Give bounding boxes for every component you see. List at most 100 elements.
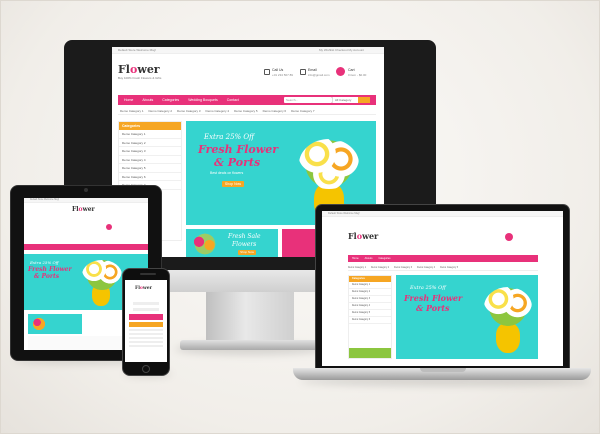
laptop-subnav-item[interactable]: Demo Category 4 bbox=[417, 265, 435, 270]
laptop-yellow-pot bbox=[496, 323, 520, 353]
shop-now-button[interactable]: Shop Now bbox=[222, 181, 244, 187]
sidebar-item[interactable]: Demo Category 1 bbox=[119, 130, 181, 139]
laptop-welcome: Default Store Welcome Msg! bbox=[328, 212, 360, 215]
nav-abouts[interactable]: Abouts bbox=[142, 98, 153, 102]
tablet-promo-card[interactable] bbox=[28, 314, 82, 334]
tablet-nav bbox=[24, 244, 148, 250]
phone-sidebar-title[interactable] bbox=[129, 322, 163, 327]
phone-logo-b: wer bbox=[142, 286, 153, 291]
logo-text-a: Fl bbox=[118, 63, 130, 76]
banner-discount: Extra 25% Off bbox=[204, 133, 255, 141]
laptop-cart-icon[interactable] bbox=[505, 233, 513, 241]
laptop-nav-abouts[interactable]: Abouts bbox=[365, 257, 373, 260]
subnav-item[interactable]: Demo Category 2 bbox=[149, 107, 173, 114]
subnav-item[interactable]: Demo Category 6 bbox=[263, 107, 287, 114]
search-button[interactable] bbox=[358, 97, 370, 103]
tablet-camera bbox=[84, 188, 88, 192]
phone-speaker bbox=[140, 273, 156, 275]
nav-home[interactable]: Home bbox=[124, 98, 133, 102]
category-bar: Demo Category 1 Demo Category 2 Demo Cat… bbox=[118, 107, 376, 115]
cart-value[interactable]: 0 item - $0.00 bbox=[348, 73, 366, 77]
subnav-item[interactable]: Demo Category 5 bbox=[234, 107, 258, 114]
search-input[interactable]: Search... bbox=[284, 97, 332, 103]
logo-tagline: Buy 100% Fresh Flowers & Gifts bbox=[118, 76, 162, 80]
mail-label: Email bbox=[308, 68, 317, 72]
laptop-screen: Default Store Welcome Msg! Flower Home A… bbox=[322, 211, 563, 366]
laptop-sidebar-item[interactable]: Demo Category 3 bbox=[349, 296, 391, 303]
laptop-sidebar-item[interactable]: Demo Category 2 bbox=[349, 289, 391, 296]
subnav-item[interactable]: Demo Category 7 bbox=[291, 107, 315, 114]
laptop-logo[interactable]: Flower bbox=[348, 231, 378, 241]
laptop-subnav-item[interactable]: Demo Category 5 bbox=[440, 265, 458, 270]
subnav-item[interactable]: Demo Category 3 bbox=[177, 107, 201, 114]
cart-icon[interactable] bbox=[336, 67, 345, 76]
laptop-sidebar-item[interactable]: Demo Category 1 bbox=[349, 282, 391, 289]
top-bar: Default Store Welcome Msg! My Wishlist C… bbox=[112, 47, 384, 54]
banner-title-2: & Ports bbox=[214, 156, 261, 169]
mail-value: info@gmail.com bbox=[308, 73, 330, 77]
sidebar-item[interactable]: Demo Category 3 bbox=[119, 147, 181, 156]
top-links[interactable]: My Wishlist Checkout My Account bbox=[319, 47, 364, 54]
laptop-category-bar: Demo Category 1 Demo Category 2 Demo Cat… bbox=[348, 265, 538, 271]
subnav-item[interactable]: Demo Category 4 bbox=[206, 107, 230, 114]
flower-cluster bbox=[299, 139, 359, 189]
tablet-banner-title-1: Fresh Flower bbox=[28, 266, 72, 273]
mail-icon bbox=[300, 69, 306, 75]
subnav-item[interactable]: Demo Category 1 bbox=[120, 107, 144, 114]
tablet-logo-b: wer bbox=[82, 206, 95, 213]
laptop-sidebar-item[interactable]: Demo Category 5 bbox=[349, 310, 391, 317]
phone-list-row bbox=[129, 337, 163, 339]
laptop-banner-discount: Extra 25% Off bbox=[410, 285, 446, 291]
sidebar-item[interactable]: Demo Category 6 bbox=[119, 173, 181, 181]
laptop-flower-cluster bbox=[484, 287, 532, 327]
laptop-nav-categories[interactable]: Categories bbox=[378, 257, 390, 260]
call-label: Call Us bbox=[272, 68, 284, 72]
laptop-logo-b: wer bbox=[362, 231, 379, 241]
tablet-cart-icon[interactable] bbox=[106, 224, 112, 230]
phone-list-row bbox=[129, 329, 163, 331]
phone-header-line bbox=[133, 302, 159, 305]
phone-header-line bbox=[133, 308, 159, 311]
sidebar-item[interactable]: Demo Category 2 bbox=[119, 139, 181, 147]
promo-card-flowers[interactable]: Fresh Sale Flowers Shop Now bbox=[186, 229, 278, 257]
laptop-nav-home[interactable]: Home bbox=[352, 257, 359, 260]
imac-foot bbox=[180, 340, 320, 350]
tablet-logo[interactable]: Flower bbox=[72, 206, 95, 213]
banner-caption: Best deals on flowers bbox=[210, 171, 244, 175]
nav-categories[interactable]: Categories bbox=[162, 98, 179, 102]
laptop-logo-a: Fl bbox=[348, 231, 357, 241]
nav-wedding[interactable]: Wedding Bouquets bbox=[188, 98, 218, 102]
tablet-banner-title-2: & Ports bbox=[34, 273, 60, 280]
laptop-bouquet-image bbox=[482, 283, 534, 355]
welcome-message: Default Store Welcome Msg! bbox=[118, 48, 157, 52]
laptop-banner-title-1: Fresh Flower bbox=[404, 293, 463, 303]
laptop-subnav-item[interactable]: Demo Category 2 bbox=[371, 265, 389, 270]
category-select[interactable]: All Category bbox=[332, 97, 358, 103]
nav-contact[interactable]: Contact bbox=[227, 98, 239, 102]
phone-nav[interactable] bbox=[129, 314, 163, 320]
cart-label[interactable]: Cart bbox=[348, 68, 355, 72]
laptop-sidebar-green-block bbox=[349, 348, 391, 358]
tablet-bouquet-image bbox=[80, 258, 124, 308]
phone-logo[interactable]: Flower bbox=[135, 286, 152, 291]
imac-stand bbox=[206, 292, 294, 342]
sidebar-item[interactable]: Demo Category 4 bbox=[119, 156, 181, 164]
laptop-top-bar: Default Store Welcome Msg! bbox=[322, 211, 563, 217]
banner-title-1: Fresh Flower bbox=[198, 143, 279, 156]
site-logo[interactable]: Flower Buy 100% Fresh Flowers & Gifts bbox=[118, 63, 161, 80]
call-value: +01 234 567 89 bbox=[272, 73, 293, 77]
promo-shop-button[interactable]: Shop Now bbox=[238, 250, 256, 255]
promo-title-1: Fresh Sale bbox=[228, 233, 261, 240]
tablet-banner-discount: Extra 25% Off bbox=[30, 260, 59, 265]
promo-title-2: Flowers bbox=[232, 241, 257, 248]
sidebar-item[interactable]: Demo Category 5 bbox=[119, 164, 181, 173]
tablet-welcome: Default Store Welcome Msg! bbox=[30, 199, 60, 201]
phone-list-row bbox=[129, 345, 163, 347]
laptop-subnav-item[interactable]: Demo Category 3 bbox=[394, 265, 412, 270]
laptop-sidebar-item[interactable]: Demo Category 6 bbox=[349, 317, 391, 324]
tablet-flower-cluster bbox=[82, 260, 122, 290]
phone-list-row bbox=[129, 341, 163, 343]
laptop-nav: Home Abouts Categories bbox=[348, 255, 538, 262]
laptop-sidebar-item[interactable]: Demo Category 4 bbox=[349, 303, 391, 310]
laptop-subnav-item[interactable]: Demo Category 1 bbox=[348, 265, 366, 270]
